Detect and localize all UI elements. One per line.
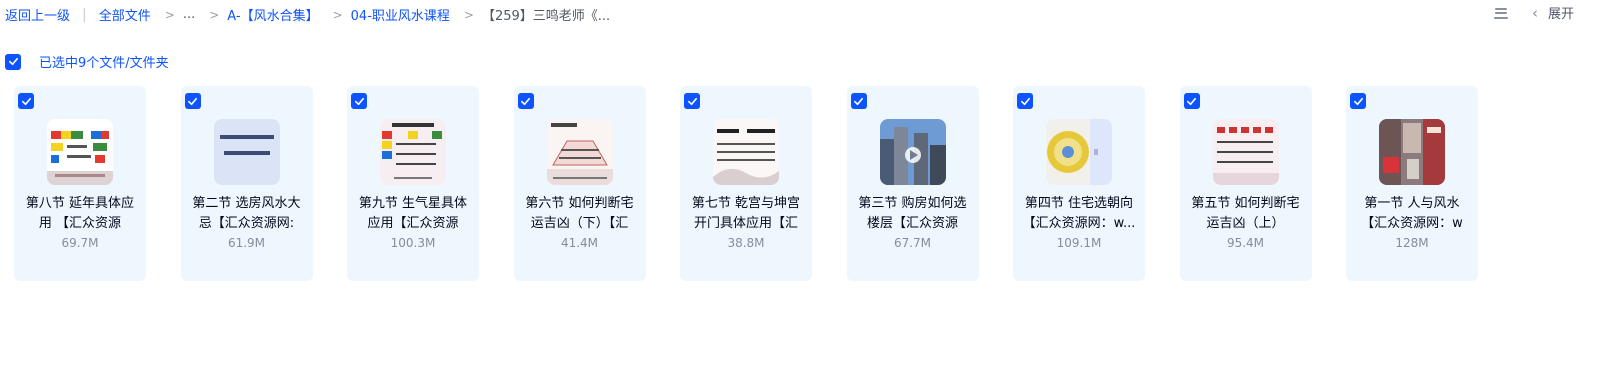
file-size: 69.7M (61, 236, 99, 250)
file-checkbox[interactable] (1017, 93, 1033, 109)
file-card[interactable]: 第二节 选房风水大 忌【汇众资源网: 61.9M (180, 86, 313, 281)
breadcrumb-ellipsis[interactable]: ... (183, 7, 195, 22)
video-thumbnail (213, 119, 280, 185)
breadcrumb-divider: | (82, 6, 87, 23)
video-thumbnail (879, 119, 946, 185)
file-name: 第九节 生气星具体 应用【汇众资源 (358, 196, 468, 231)
file-card[interactable]: 第七节 乾宫与坤宫 开门具体应用【汇 38.8M (680, 86, 812, 281)
file-card[interactable]: 第一节 人与风水 【汇众资源网：w 128M (1346, 86, 1478, 281)
file-grid: 第八节 延年具体应用 【汇众资源 69.7M 第二节 选房风水大 忌【汇众资源网:… (14, 86, 1478, 281)
file-size: 38.8M (727, 236, 765, 250)
file-size: 109.1M (1056, 236, 1102, 250)
file-checkbox[interactable] (18, 93, 34, 109)
file-checkbox[interactable] (850, 93, 867, 109)
file-card[interactable]: 第六节 如何判断宅 运吉凶（下）【汇 41.4M (513, 86, 646, 281)
file-checkbox[interactable] (1350, 93, 1366, 109)
file-name: 第六节 如何判断宅 运吉凶（下）【汇 (525, 196, 634, 231)
expand-label: 展开 (1547, 7, 1574, 22)
list-view-icon[interactable] (1493, 6, 1508, 20)
breadcrumb-folder-course[interactable]: 04-职业风水课程 (351, 5, 450, 24)
breadcrumb-folder-fengshui[interactable]: A-【风水合集】 (227, 5, 318, 24)
chevron-right-icon: > (463, 7, 474, 22)
chevron-right-icon: > (209, 7, 220, 22)
file-size: 61.9M (227, 236, 266, 250)
selection-bar: 已选中9个文件/文件夹 (5, 52, 169, 71)
file-name: 第五节 如何判断宅 运吉凶（上） (1191, 196, 1300, 231)
file-card[interactable]: 第八节 延年具体应用 【汇众资源 69.7M (14, 86, 146, 281)
chevron-left-icon: ‹ (1531, 3, 1538, 22)
file-name: 第八节 延年具体应用 【汇众资源 (25, 196, 135, 231)
file-card[interactable]: 第三节 购房如何选 楼层【汇众资源 67.7M (846, 86, 979, 281)
file-checkbox[interactable] (184, 93, 201, 109)
file-name: 第一节 人与风水 【汇众资源网：w (1361, 196, 1463, 231)
video-thumbnail (1046, 119, 1112, 185)
video-thumbnail (380, 119, 446, 185)
file-size: 100.3M (390, 236, 436, 250)
file-size: 95.4M (1226, 236, 1265, 250)
top-right-tools: ‹ 展开 (1493, 3, 1574, 23)
chevron-right-icon: > (332, 7, 343, 22)
breadcrumb-all-files[interactable]: 全部文件 (99, 5, 151, 24)
file-name: 第四节 住宅选朝向 【汇众资源网：w... (1022, 196, 1136, 231)
breadcrumb: 返回上一级 | 全部文件 > ... > A-【风水合集】 > 04-职业风水课… (5, 5, 611, 25)
video-thumbnail (1379, 119, 1445, 185)
file-size: 128M (1395, 236, 1429, 250)
file-checkbox[interactable] (517, 93, 534, 109)
video-thumbnail (1212, 119, 1279, 185)
file-checkbox[interactable] (351, 93, 367, 109)
file-card[interactable]: 第五节 如何判断宅 运吉凶（上） 95.4M (1179, 86, 1312, 281)
top-bar: 返回上一级 | 全部文件 > ... > A-【风水合集】 > 04-职业风水课… (0, 0, 1602, 30)
select-all-checkbox[interactable] (5, 53, 21, 70)
file-name: 第三节 购房如何选 楼层【汇众资源 (858, 196, 967, 231)
chevron-right-icon: > (164, 7, 175, 22)
breadcrumb-current: 【259】三鸣老师《... (481, 9, 611, 24)
file-name: 第二节 选房风水大 忌【汇众资源网: (192, 196, 301, 231)
file-size: 41.4M (560, 236, 599, 250)
video-thumbnail (47, 119, 113, 185)
file-name: 第七节 乾宫与坤宫 开门具体应用【汇 (691, 196, 801, 231)
file-size: 67.7M (893, 236, 932, 250)
back-link[interactable]: 返回上一级 (5, 5, 70, 24)
file-checkbox[interactable] (1183, 93, 1200, 109)
video-thumbnail (546, 119, 613, 185)
video-thumbnail (713, 119, 779, 185)
file-card[interactable]: 第四节 住宅选朝向 【汇众资源网：w... 109.1M (1013, 86, 1145, 281)
file-checkbox[interactable] (684, 93, 700, 109)
file-card[interactable]: 第九节 生气星具体 应用【汇众资源 100.3M (347, 86, 479, 281)
expand-button[interactable]: ‹ 展开 (1531, 3, 1574, 23)
selection-count-label: 已选中9个文件/文件夹 (39, 56, 169, 71)
